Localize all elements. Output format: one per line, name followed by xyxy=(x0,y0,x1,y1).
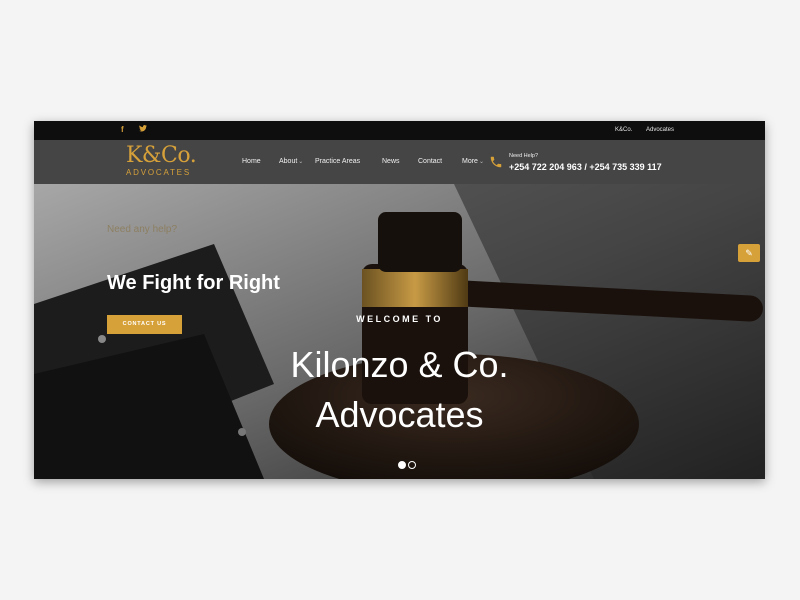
nav-more-label: More xyxy=(462,158,478,165)
slider-dot-1[interactable] xyxy=(398,461,406,469)
chevron-down-icon: ⌄ xyxy=(298,159,304,165)
nav-about[interactable]: About⌄ xyxy=(279,158,303,165)
website-screenshot-frame: f K&Co. Advocates K&Co. ADVOCATES Home A… xyxy=(34,121,765,479)
hero-section: Need any help? We Fight for Right CONTAC… xyxy=(34,184,765,479)
nav-practice-areas[interactable]: Practice Areas xyxy=(315,158,360,165)
pencil-icon[interactable]: ✎ xyxy=(738,244,760,262)
hero-title-line1: Kilonzo & Co. xyxy=(290,344,509,385)
welcome-text: WELCOME TO xyxy=(356,314,443,324)
chevron-down-icon: ⌄ xyxy=(478,159,484,165)
logo-subtitle: ADVOCATES xyxy=(126,168,191,177)
slider-dot-2[interactable] xyxy=(408,461,416,469)
hero-title-line2: Advocates xyxy=(315,394,484,435)
nav-more[interactable]: More⌄ xyxy=(462,158,484,165)
main-navbar: K&Co. ADVOCATES Home About⌄ Practice Are… xyxy=(34,140,765,184)
nav-about-label: About xyxy=(279,158,298,165)
nav-news[interactable]: News xyxy=(382,158,400,165)
need-help-label: Need Help? xyxy=(509,153,539,159)
top-bar: f K&Co. Advocates xyxy=(34,121,765,140)
slider-pagination xyxy=(398,456,418,474)
nav-home[interactable]: Home xyxy=(242,158,261,165)
hero-tagline: Need any help? xyxy=(107,224,178,235)
topbar-link-advocates[interactable]: Advocates xyxy=(646,127,674,133)
twitter-icon[interactable] xyxy=(139,125,147,134)
phone-numbers[interactable]: +254 722 204 963 / +254 735 339 117 xyxy=(509,162,662,172)
phone-icon xyxy=(489,155,503,169)
hero-headline: We Fight for Right xyxy=(107,272,280,294)
facebook-icon[interactable]: f xyxy=(121,125,124,134)
site-logo[interactable]: K&Co. ADVOCATES xyxy=(126,145,198,181)
logo-mark: K&Co. xyxy=(126,143,197,168)
topbar-link-kco[interactable]: K&Co. xyxy=(615,127,632,133)
nav-contact[interactable]: Contact xyxy=(418,158,442,165)
